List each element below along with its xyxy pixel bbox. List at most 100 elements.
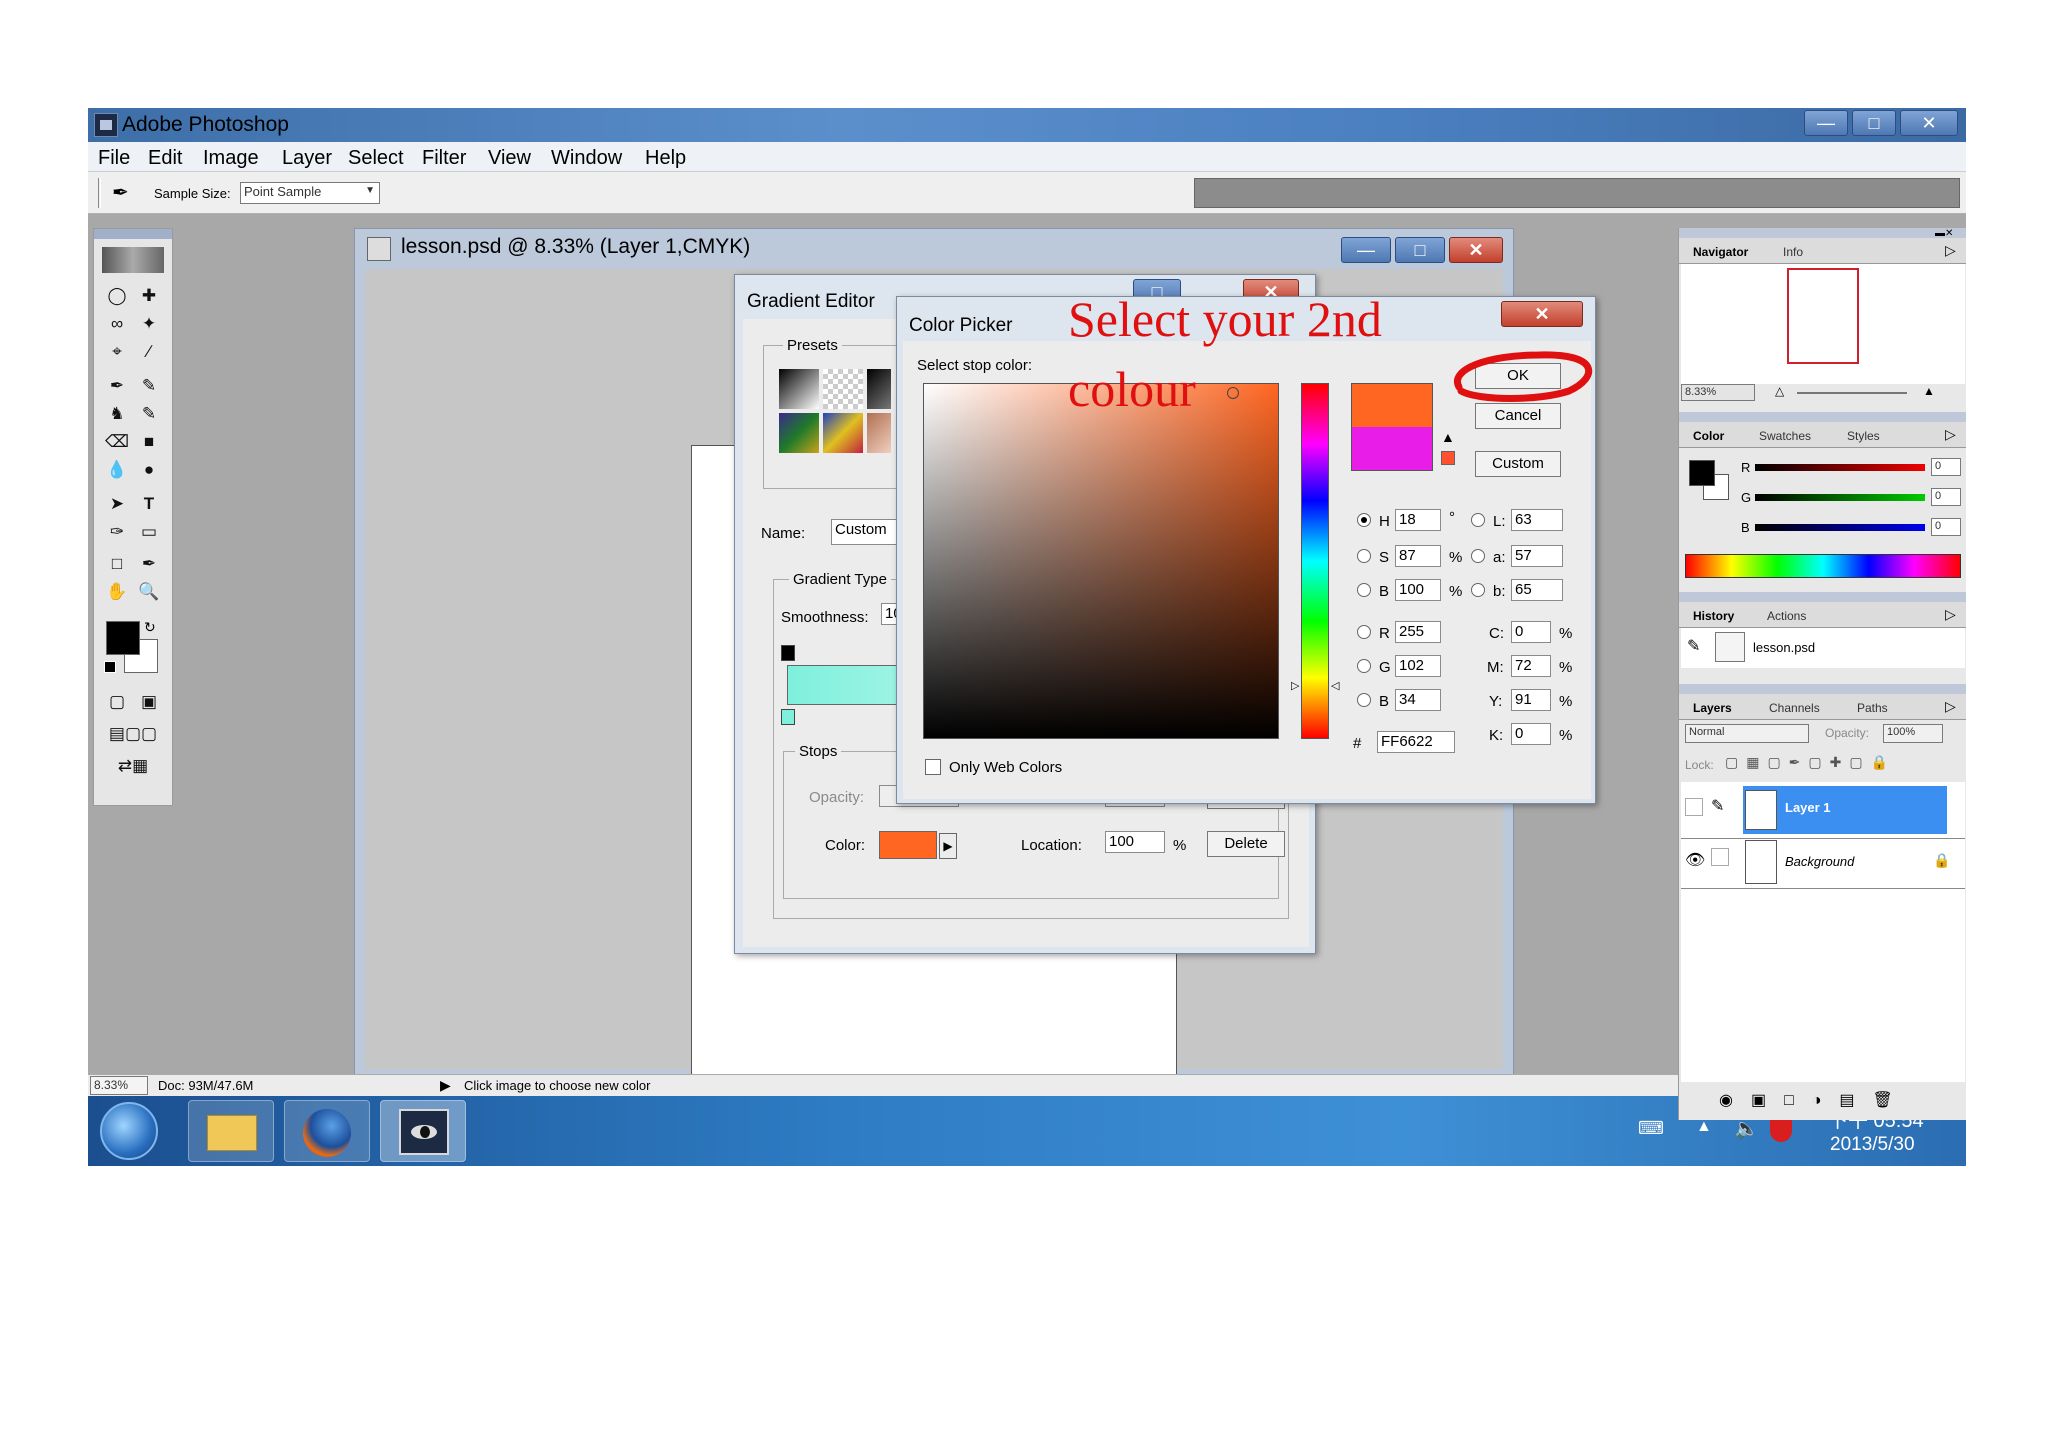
magic-wand-icon[interactable]: ✦ [134, 311, 164, 337]
radio-a[interactable] [1471, 549, 1485, 563]
adobe-online-icon[interactable] [102, 247, 164, 273]
jump-to-imageready-icon[interactable]: ⇄▦ [102, 753, 164, 779]
panel-menu-icon[interactable]: ▷ [1945, 698, 1956, 715]
b-value[interactable]: 0 [1931, 518, 1961, 536]
close-button[interactable]: ✕ [1900, 110, 1958, 136]
tab-styles[interactable]: Styles [1847, 429, 1880, 443]
tab-paths[interactable]: Paths [1857, 701, 1888, 715]
color-spectrum-ramp[interactable] [1685, 554, 1961, 578]
move-icon[interactable]: ✚ [134, 283, 164, 309]
cancel-button[interactable]: Cancel [1475, 403, 1561, 429]
background-thumb[interactable] [1745, 840, 1777, 884]
type-icon[interactable]: T [134, 491, 164, 517]
a-field[interactable]: 57 [1511, 545, 1563, 567]
custom-button[interactable]: Custom [1475, 451, 1561, 477]
maximize-button[interactable]: □ [1852, 110, 1896, 136]
taskbar-firefox[interactable] [284, 1100, 370, 1162]
history-snapshot-thumb[interactable] [1715, 632, 1745, 662]
path-select-icon[interactable]: ➤ [102, 491, 132, 517]
m-field[interactable]: 72 [1511, 655, 1551, 677]
r-value[interactable]: 0 [1931, 458, 1961, 476]
tab-swatches[interactable]: Swatches [1759, 429, 1811, 443]
g-field[interactable]: 102 [1395, 655, 1441, 677]
preset-swatch[interactable] [867, 413, 891, 453]
start-orb-icon[interactable] [100, 1102, 158, 1160]
radio-b[interactable] [1357, 583, 1371, 597]
notes-icon[interactable]: □ [102, 551, 132, 577]
gradient-icon[interactable]: ■ [134, 429, 164, 455]
taskbar-photoshop[interactable] [380, 1100, 466, 1162]
radio-r[interactable] [1357, 625, 1371, 639]
radio-l[interactable] [1471, 513, 1485, 527]
hue-right-arrow-icon[interactable]: ◁ [1331, 679, 1339, 692]
blend-mode-select[interactable]: Normal [1685, 724, 1809, 743]
hex-field[interactable]: FF6622 [1377, 731, 1455, 753]
quick-mask-icon[interactable]: ▣ [134, 689, 164, 715]
color-stop-marker[interactable] [781, 709, 795, 725]
menu-help[interactable]: Help [645, 147, 686, 170]
marquee-icon[interactable]: ◯ [102, 283, 132, 309]
tab-channels[interactable]: Channels [1769, 701, 1820, 715]
preset-swatch[interactable] [779, 413, 819, 453]
y-field[interactable]: 91 [1511, 689, 1551, 711]
navigator-zoom-field[interactable]: 8.33% [1681, 384, 1755, 401]
tab-color[interactable]: Color [1693, 429, 1724, 443]
color-picker-cursor[interactable] [1227, 387, 1239, 399]
taskbar-explorer[interactable] [188, 1100, 274, 1162]
gamut-warning-icon[interactable]: ▲ [1441, 429, 1455, 445]
zoom-in-icon[interactable]: ▲ [1923, 384, 1935, 398]
clock-date[interactable]: 2013/5/30 [1830, 1134, 1915, 1156]
zoom-out-icon[interactable]: △ [1775, 384, 1784, 398]
layers-opacity-field[interactable]: 100% [1883, 724, 1943, 743]
history-brush-icon[interactable]: ✎ [134, 401, 164, 427]
gamut-color-swatch[interactable] [1441, 451, 1455, 465]
healing-brush-icon[interactable]: ✒ [102, 373, 132, 399]
zoom-icon[interactable]: 🔍 [134, 579, 164, 605]
radio-blue[interactable] [1357, 693, 1371, 707]
hand-icon[interactable]: ✋ [102, 579, 132, 605]
tray-expand-icon[interactable]: ▲ [1696, 1118, 1712, 1136]
k-field[interactable]: 0 [1511, 723, 1551, 745]
opacity-stop-marker[interactable] [781, 645, 795, 661]
hue-left-arrow-icon[interactable]: ▷ [1291, 679, 1299, 692]
menu-view[interactable]: View [488, 147, 531, 170]
panel-menu-icon[interactable]: ▷ [1945, 242, 1956, 259]
tab-navigator[interactable]: Navigator [1693, 245, 1748, 259]
stamp-icon[interactable]: ♞ [102, 401, 132, 427]
crop-icon[interactable]: ⌖ [102, 339, 132, 365]
radio-lab-b[interactable] [1471, 583, 1485, 597]
minimize-button[interactable]: — [1804, 110, 1848, 136]
b-field[interactable]: 100 [1395, 579, 1441, 601]
zoom-slider[interactable] [1797, 392, 1907, 394]
lasso-icon[interactable]: ∞ [102, 311, 132, 337]
color-location-field[interactable]: 100 [1105, 831, 1165, 853]
hue-slider[interactable] [1301, 383, 1329, 739]
layer-actions-icons[interactable]: ◉▣□◑▤🗑 [1719, 1090, 1911, 1110]
history-brush-source-icon[interactable]: ✎ [1687, 636, 1700, 656]
layer1-thumb[interactable] [1745, 790, 1777, 830]
stop-color-swatch[interactable] [879, 831, 937, 859]
g-value[interactable]: 0 [1931, 488, 1961, 506]
default-colors-icon[interactable] [104, 661, 116, 673]
preset-swatch[interactable] [823, 413, 863, 453]
shape-icon[interactable]: ▭ [134, 519, 164, 545]
radio-h[interactable] [1357, 513, 1371, 527]
panel-menu-icon[interactable]: ▷ [1945, 426, 1956, 443]
menu-layer[interactable]: Layer [282, 147, 332, 170]
saturation-brightness-field[interactable] [923, 383, 1279, 739]
zoom-field[interactable]: 8.33% [90, 1076, 148, 1095]
l-field[interactable]: 63 [1511, 509, 1563, 531]
swap-colors-icon[interactable]: ↻ [144, 619, 156, 636]
h-field[interactable]: 18 [1395, 509, 1441, 531]
panel-menu-icon[interactable]: ▷ [1945, 606, 1956, 623]
only-web-colors-checkbox[interactable] [925, 759, 941, 775]
r-field[interactable]: 255 [1395, 621, 1441, 643]
tab-layers[interactable]: Layers [1693, 701, 1732, 715]
cp-close-button[interactable]: ✕ [1501, 301, 1583, 327]
background-link-box[interactable] [1711, 848, 1729, 866]
doc-maximize-button[interactable]: □ [1395, 237, 1445, 263]
navigator-proxy[interactable] [1787, 268, 1859, 364]
brush-icon[interactable]: ✎ [134, 373, 164, 399]
menu-select[interactable]: Select [348, 147, 404, 170]
foreground-color-swatch[interactable] [106, 621, 140, 655]
